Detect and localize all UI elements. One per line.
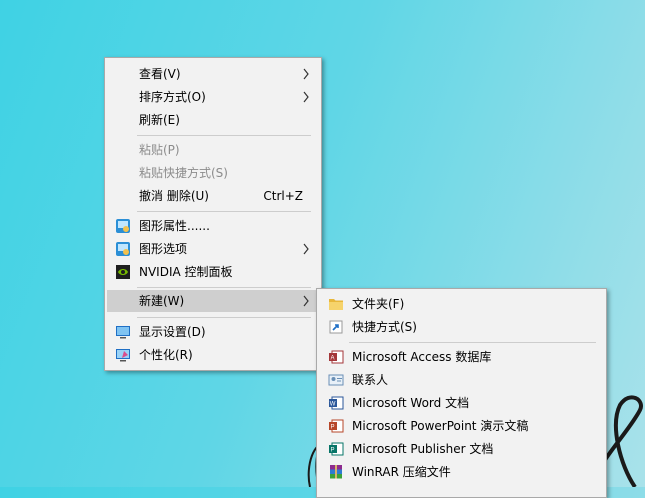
svg-text:P: P	[331, 425, 335, 431]
menu-separator	[137, 317, 311, 318]
menu-item-refresh[interactable]: 刷新(E)	[107, 109, 319, 131]
word-icon: W	[329, 396, 344, 410]
menu-item-label: 刷新(E)	[139, 113, 180, 127]
access-icon: A	[329, 350, 344, 364]
menu-item-label: 排序方式(O)	[139, 90, 206, 104]
submenu-item-label: Microsoft Word 文档	[352, 396, 470, 410]
winrar-icon	[330, 465, 342, 479]
menu-item-paste-shortcut: 粘贴快捷方式(S)	[107, 162, 319, 184]
menu-item-display-settings[interactable]: 显示设置(D)	[107, 321, 319, 343]
submenu-separator	[349, 342, 596, 343]
menu-item-label: NVIDIA 控制面板	[139, 265, 233, 279]
chevron-right-icon	[303, 295, 309, 307]
intel-graphics-icon	[116, 242, 130, 256]
svg-text:A: A	[331, 356, 335, 362]
menu-item-personalize[interactable]: 个性化(R)	[107, 344, 319, 366]
submenu-item-folder[interactable]: 文件夹(F)	[319, 293, 604, 315]
folder-icon	[329, 299, 343, 310]
svg-text:P: P	[331, 448, 335, 454]
nvidia-icon	[116, 265, 130, 279]
new-submenu: 文件夹(F) 快捷方式(S) A Microsoft Access 数据库 联系…	[316, 288, 607, 498]
menu-separator	[137, 287, 311, 288]
submenu-item-label: Microsoft PowerPoint 演示文稿	[352, 419, 529, 433]
menu-item-label: 新建(W)	[139, 294, 185, 308]
menu-item-label: 图形属性......	[139, 219, 210, 233]
submenu-item-label: 联系人	[352, 373, 389, 387]
submenu-item-label: Microsoft Publisher 文档	[352, 442, 494, 456]
powerpoint-icon: P	[329, 419, 344, 433]
submenu-item-publisher-document[interactable]: P Microsoft Publisher 文档	[319, 438, 604, 460]
menu-separator	[137, 211, 311, 212]
shortcut-icon	[329, 320, 343, 334]
menu-item-graphics-properties[interactable]: 图形属性......	[107, 215, 319, 237]
menu-item-label: 查看(V)	[139, 67, 181, 81]
submenu-item-access-database[interactable]: A Microsoft Access 数据库	[319, 346, 604, 368]
menu-item-new[interactable]: 新建(W)	[107, 290, 319, 312]
submenu-item-winrar-archive[interactable]: WinRAR 压缩文件	[319, 461, 604, 483]
display-icon	[116, 326, 130, 339]
menu-separator	[137, 135, 311, 136]
submenu-item-shortcut[interactable]: 快捷方式(S)	[319, 316, 604, 338]
contact-icon	[328, 374, 344, 386]
menu-item-view[interactable]: 查看(V)	[107, 63, 319, 85]
menu-item-label: 个性化(R)	[139, 348, 193, 362]
menu-item-sort-by[interactable]: 排序方式(O)	[107, 86, 319, 108]
menu-item-label: 显示设置(D)	[139, 325, 206, 339]
menu-item-label: 粘贴(P)	[139, 143, 180, 157]
publisher-icon: P	[329, 442, 344, 456]
personalize-icon	[116, 349, 130, 362]
chevron-right-icon	[303, 243, 309, 255]
submenu-item-word-document[interactable]: W Microsoft Word 文档	[319, 392, 604, 414]
chevron-right-icon	[303, 68, 309, 80]
desktop-context-menu: 查看(V) 排序方式(O) 刷新(E) 粘贴(P) 粘贴快捷方式(S) 撤消 删…	[104, 57, 322, 371]
submenu-item-label: 文件夹(F)	[352, 297, 405, 311]
chevron-right-icon	[303, 91, 309, 103]
menu-item-label: 撤消 删除(U)	[139, 189, 209, 203]
menu-item-nvidia-control-panel[interactable]: NVIDIA 控制面板	[107, 261, 319, 283]
menu-item-undo-delete[interactable]: 撤消 删除(U) Ctrl+Z	[107, 185, 319, 207]
svg-text:W: W	[330, 402, 336, 408]
submenu-item-contact[interactable]: 联系人	[319, 369, 604, 391]
menu-item-label: 图形选项	[139, 242, 188, 256]
submenu-item-label: Microsoft Access 数据库	[352, 350, 492, 364]
menu-item-label: 粘贴快捷方式(S)	[139, 166, 228, 180]
intel-graphics-icon	[116, 219, 130, 233]
submenu-item-label: WinRAR 压缩文件	[352, 465, 451, 479]
submenu-item-powerpoint-presentation[interactable]: P Microsoft PowerPoint 演示文稿	[319, 415, 604, 437]
menu-item-shortcut: Ctrl+Z	[263, 189, 303, 203]
menu-item-paste: 粘贴(P)	[107, 139, 319, 161]
submenu-item-label: 快捷方式(S)	[352, 320, 417, 334]
menu-item-graphics-options[interactable]: 图形选项	[107, 238, 319, 260]
